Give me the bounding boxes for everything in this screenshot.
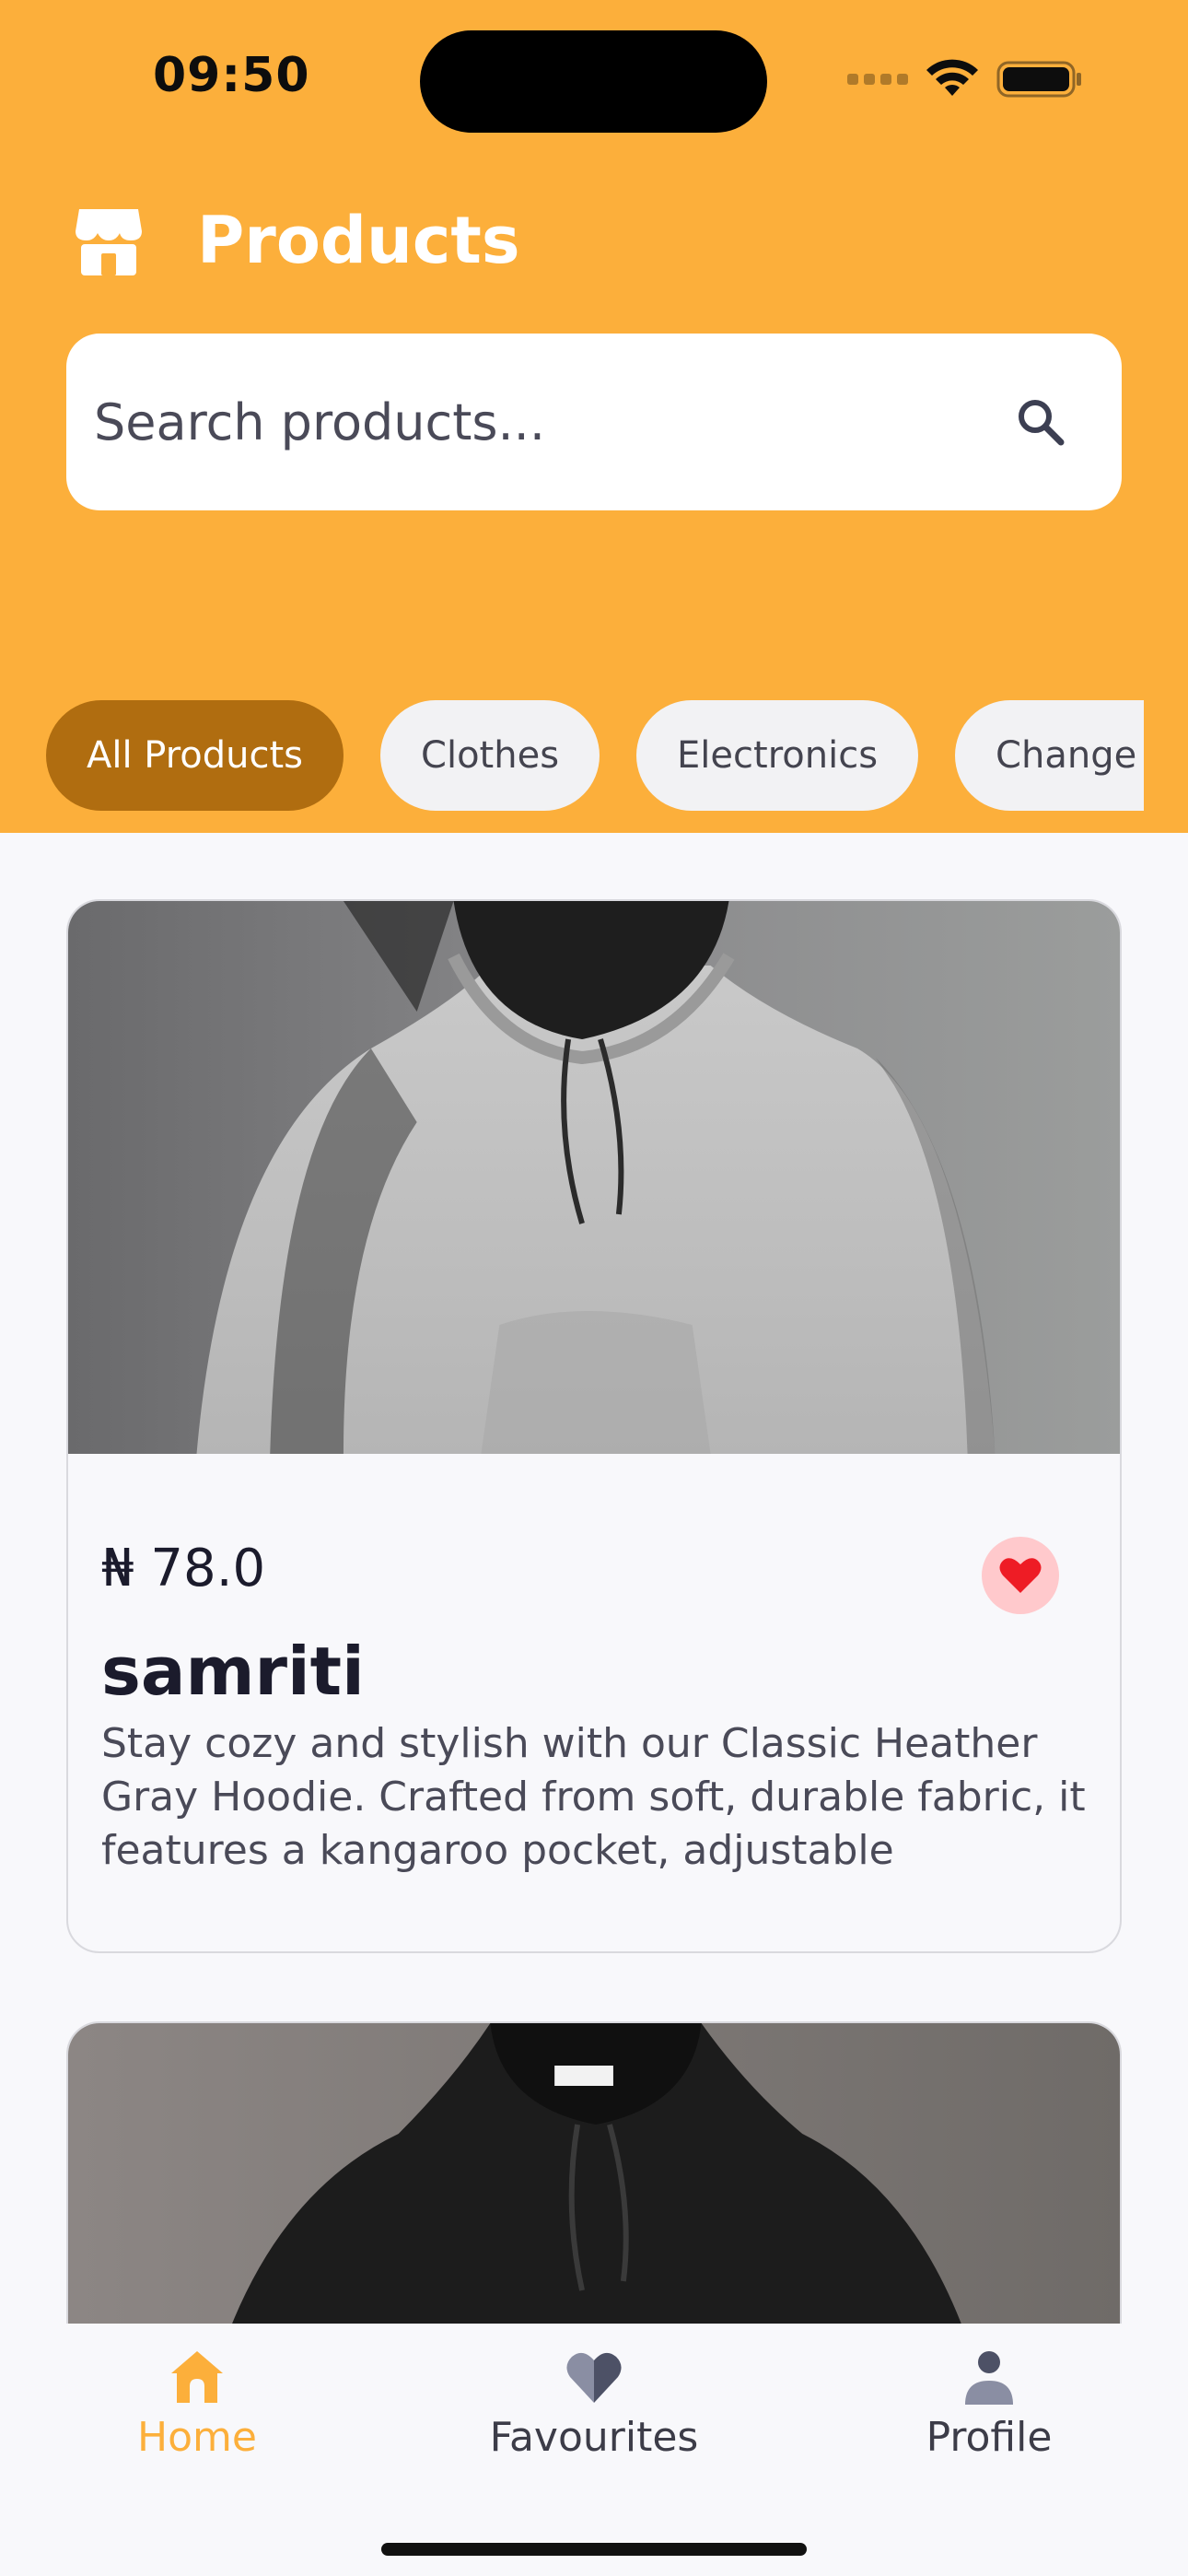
status-time: 09:50 bbox=[153, 48, 310, 103]
chip-change-title[interactable]: Change ti bbox=[955, 700, 1144, 811]
gray-hoodie-image bbox=[68, 901, 1120, 1454]
bottom-navigation: Home Favourites Profile bbox=[0, 2324, 1188, 2576]
search-bar[interactable] bbox=[66, 334, 1122, 510]
search-icon[interactable] bbox=[1015, 396, 1066, 448]
products-screen: 09:50 Products Search products... All Pr… bbox=[0, 0, 1188, 2576]
search-input[interactable] bbox=[92, 392, 1015, 452]
wifi-icon bbox=[926, 59, 978, 96]
store-icon bbox=[76, 209, 142, 275]
chip-all-products[interactable]: All Products bbox=[46, 700, 344, 811]
chip-electronics[interactable]: Electronics bbox=[636, 700, 919, 811]
person-icon bbox=[965, 2351, 1013, 2405]
heart-filled-icon bbox=[999, 1558, 1042, 1593]
product-card[interactable]: ₦ 78.0 samriti Stay cozy and stylish wit… bbox=[66, 899, 1122, 1953]
favourite-button[interactable] bbox=[982, 1537, 1059, 1614]
title-row: Products bbox=[74, 203, 519, 278]
dynamic-island bbox=[420, 30, 767, 133]
category-chips: All Products Clothes Electronics Change … bbox=[0, 700, 1144, 813]
product-description: Stay cozy and stylish with our Classic H… bbox=[101, 1720, 1086, 1874]
product-price: ₦ 78.0 bbox=[101, 1539, 266, 1598]
status-indicators bbox=[847, 59, 1083, 100]
page-title: Products bbox=[197, 203, 520, 278]
heart-icon bbox=[566, 2352, 622, 2403]
price-row: ₦ 78.0 bbox=[101, 1454, 1087, 1629]
header: 09:50 Products Search products... All Pr… bbox=[0, 0, 1188, 833]
nav-favourites[interactable]: Favourites bbox=[447, 2348, 741, 2461]
nav-home[interactable]: Home bbox=[50, 2348, 344, 2461]
nav-profile[interactable]: Profile bbox=[842, 2348, 1136, 2461]
product-name: samriti bbox=[101, 1633, 365, 1710]
nav-favourites-label: Favourites bbox=[489, 2414, 699, 2461]
cellular-signal-icon bbox=[847, 74, 908, 85]
battery-icon bbox=[996, 61, 1081, 98]
nav-home-label: Home bbox=[137, 2414, 257, 2461]
card-body: ₦ 78.0 samriti Stay cozy and stylish wit… bbox=[68, 1454, 1120, 1878]
home-icon bbox=[171, 2351, 223, 2403]
home-indicator[interactable] bbox=[381, 2543, 807, 2556]
chip-clothes[interactable]: Clothes bbox=[380, 700, 600, 811]
nav-profile-label: Profile bbox=[926, 2414, 1053, 2461]
